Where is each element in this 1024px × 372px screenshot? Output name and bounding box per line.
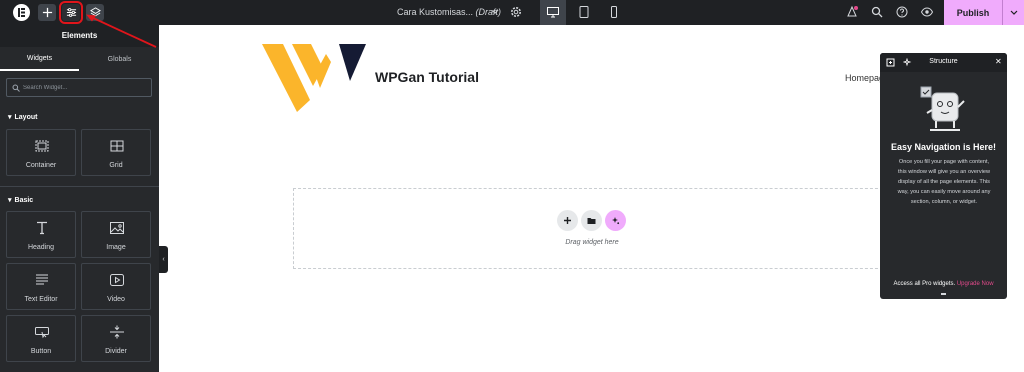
- widget-button[interactable]: Button: [6, 315, 76, 362]
- nav-item-homepage[interactable]: Homepag: [845, 73, 884, 83]
- add-section-button[interactable]: [557, 210, 578, 231]
- text-editor-icon: [36, 274, 48, 285]
- sparkle-icon: [612, 217, 620, 225]
- preview-eye-icon[interactable]: [920, 5, 934, 19]
- structure-title: Structure: [929, 58, 958, 65]
- widget-label: Video: [107, 296, 125, 303]
- tab-widgets[interactable]: Widgets: [0, 47, 79, 71]
- chevron-down-icon[interactable]: [492, 9, 498, 15]
- section-title-layout[interactable]: Layout: [8, 113, 38, 121]
- structure-description: Once you fill your page with content, th…: [897, 159, 991, 205]
- container-icon: [35, 140, 49, 152]
- pro-upsell-text: Access all Pro widgets.: [893, 281, 956, 287]
- site-settings-button[interactable]: [59, 1, 83, 24]
- plus-icon: [564, 217, 571, 224]
- search-input[interactable]: [23, 81, 147, 94]
- widget-video[interactable]: Video: [81, 263, 151, 310]
- sliders-icon: [66, 8, 76, 17]
- dropzone-label: Drag widget here: [565, 239, 619, 246]
- publish-options-button[interactable]: [1002, 0, 1024, 25]
- widget-label: Container: [25, 162, 57, 169]
- collapse-panel-button[interactable]: ‹: [159, 246, 168, 273]
- chevron-down-icon: [1010, 10, 1018, 15]
- desktop-icon: [547, 7, 559, 18]
- elements-panel: Elements Widgets Globals Layout Containe…: [0, 25, 159, 372]
- structure-button[interactable]: [86, 4, 104, 21]
- structure-heading: Easy Navigation is Here!: [890, 142, 997, 152]
- widget-heading[interactable]: Heading: [6, 211, 76, 258]
- widget-grid[interactable]: Grid: [81, 129, 151, 176]
- folder-icon: [587, 218, 596, 224]
- layers-icon: [89, 7, 101, 17]
- add-element-button[interactable]: [38, 4, 56, 21]
- ai-generate-button[interactable]: [605, 210, 626, 231]
- notifications-icon[interactable]: [845, 5, 859, 19]
- help-icon[interactable]: [895, 5, 909, 19]
- divider-icon: [110, 325, 124, 339]
- panel-tabs: Widgets Globals: [0, 47, 159, 71]
- robot-illustration: [920, 86, 965, 131]
- structure-panel: Structure ✕ Easy Navigation is Here! Onc…: [880, 53, 1007, 299]
- widget-label: Divider: [105, 348, 127, 355]
- widget-container[interactable]: Container: [6, 129, 76, 176]
- close-icon[interactable]: ✕: [995, 57, 1002, 66]
- site-logo: [262, 44, 366, 112]
- tablet-icon[interactable]: [577, 5, 591, 19]
- site-title[interactable]: WPGan Tutorial: [375, 69, 479, 85]
- heading-icon: [37, 221, 47, 235]
- structure-header: Structure ✕: [880, 53, 1007, 72]
- chevron-left-icon: ‹: [162, 256, 165, 263]
- publish-button[interactable]: Publish: [944, 0, 1002, 25]
- upgrade-now-link[interactable]: Upgrade Now: [957, 281, 994, 287]
- widget-label: Heading: [27, 244, 55, 251]
- video-icon: [110, 274, 124, 286]
- panel-title: Elements: [0, 25, 159, 47]
- button-icon: [35, 327, 49, 339]
- widget-label: Image: [106, 244, 126, 251]
- top-bar: Cara Kustomisas... (Draft) Publish: [0, 0, 1024, 25]
- elementor-logo-icon[interactable]: [13, 4, 30, 21]
- image-icon: [110, 222, 124, 234]
- section-title-basic[interactable]: Basic: [8, 196, 34, 204]
- grid-icon: [110, 140, 124, 152]
- search-icon[interactable]: [870, 5, 884, 19]
- widget-label: Button: [30, 348, 52, 355]
- section-divider: [0, 186, 159, 187]
- widget-divider[interactable]: Divider: [81, 315, 151, 362]
- plus-icon: [42, 7, 52, 18]
- search-icon: [12, 84, 20, 92]
- mobile-icon[interactable]: [607, 5, 621, 19]
- widget-image[interactable]: Image: [81, 211, 151, 258]
- widget-label: Text Editor: [24, 296, 58, 303]
- add-template-button[interactable]: [581, 210, 602, 231]
- elementor-editor: Cara Kustomisas... (Draft) Publish Eleme…: [0, 0, 1024, 372]
- document-title[interactable]: Cara Kustomisas... (Draft): [397, 7, 501, 17]
- widget-label: Grid: [109, 162, 123, 169]
- gear-icon[interactable]: [509, 5, 523, 19]
- widget-search[interactable]: [6, 78, 152, 97]
- resize-handle[interactable]: [941, 293, 946, 295]
- pro-upsell: Access all Pro widgets. Upgrade Now: [880, 281, 1007, 287]
- document-title-text: Cara Kustomisas...: [397, 7, 474, 17]
- widget-text-editor[interactable]: Text Editor: [6, 263, 76, 310]
- tab-globals[interactable]: Globals: [80, 47, 159, 71]
